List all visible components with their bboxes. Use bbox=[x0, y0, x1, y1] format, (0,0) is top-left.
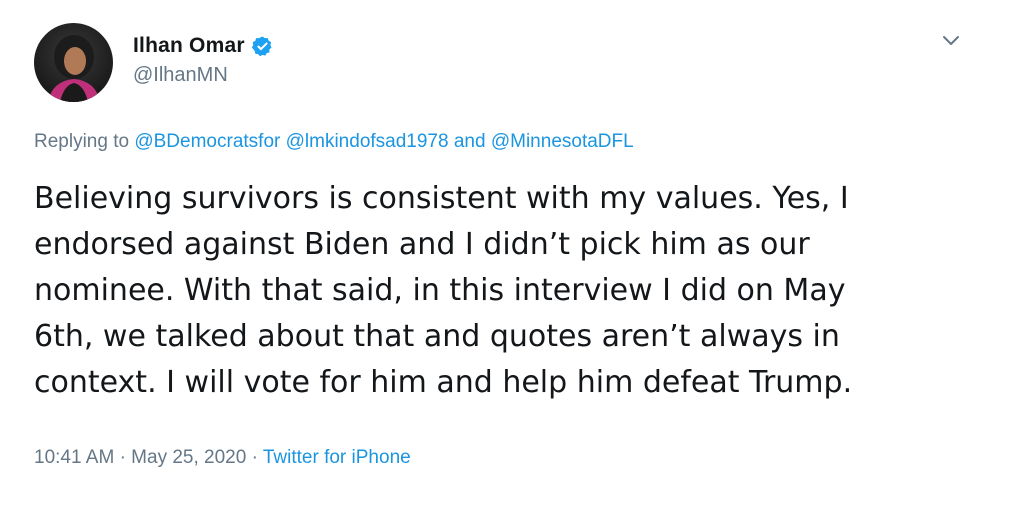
author-display-name[interactable]: Ilhan Omar bbox=[133, 34, 245, 58]
author-name-row: Ilhan Omar bbox=[133, 32, 274, 60]
profile-photo-icon bbox=[34, 23, 113, 102]
replying-to-label: Replying to bbox=[34, 131, 130, 152]
meta-separator: · bbox=[119, 447, 126, 468]
tweet-date[interactable]: May 25, 2020 bbox=[131, 447, 246, 468]
chevron-down-icon[interactable] bbox=[940, 32, 962, 50]
replying-to-line: Replying to @BDemocratsfor @lmkindofsad1… bbox=[34, 131, 634, 153]
tweet-time[interactable]: 10:41 AM bbox=[34, 447, 114, 468]
mention-joiner: and bbox=[453, 131, 486, 152]
tweet-text: Believing survivors is consistent with m… bbox=[34, 181, 853, 400]
mention-link[interactable]: @lmkindofsad1978 bbox=[286, 131, 449, 152]
avatar[interactable] bbox=[34, 23, 113, 102]
verified-badge-icon bbox=[251, 35, 274, 58]
mention-link[interactable]: @MinnesotaDFL bbox=[491, 131, 634, 152]
tweet-metadata: 10:41 AM · May 25, 2020 · Twitter for iP… bbox=[34, 447, 411, 469]
meta-separator: · bbox=[251, 447, 258, 468]
tweet-source-link[interactable]: Twitter for iPhone bbox=[263, 447, 411, 468]
mention-link[interactable]: @BDemocratsfor bbox=[134, 131, 280, 152]
tweet-card: Ilhan Omar @IlhanMN Replying to @BDemocr… bbox=[0, 0, 1024, 508]
author-handle[interactable]: @IlhanMN bbox=[133, 64, 228, 87]
